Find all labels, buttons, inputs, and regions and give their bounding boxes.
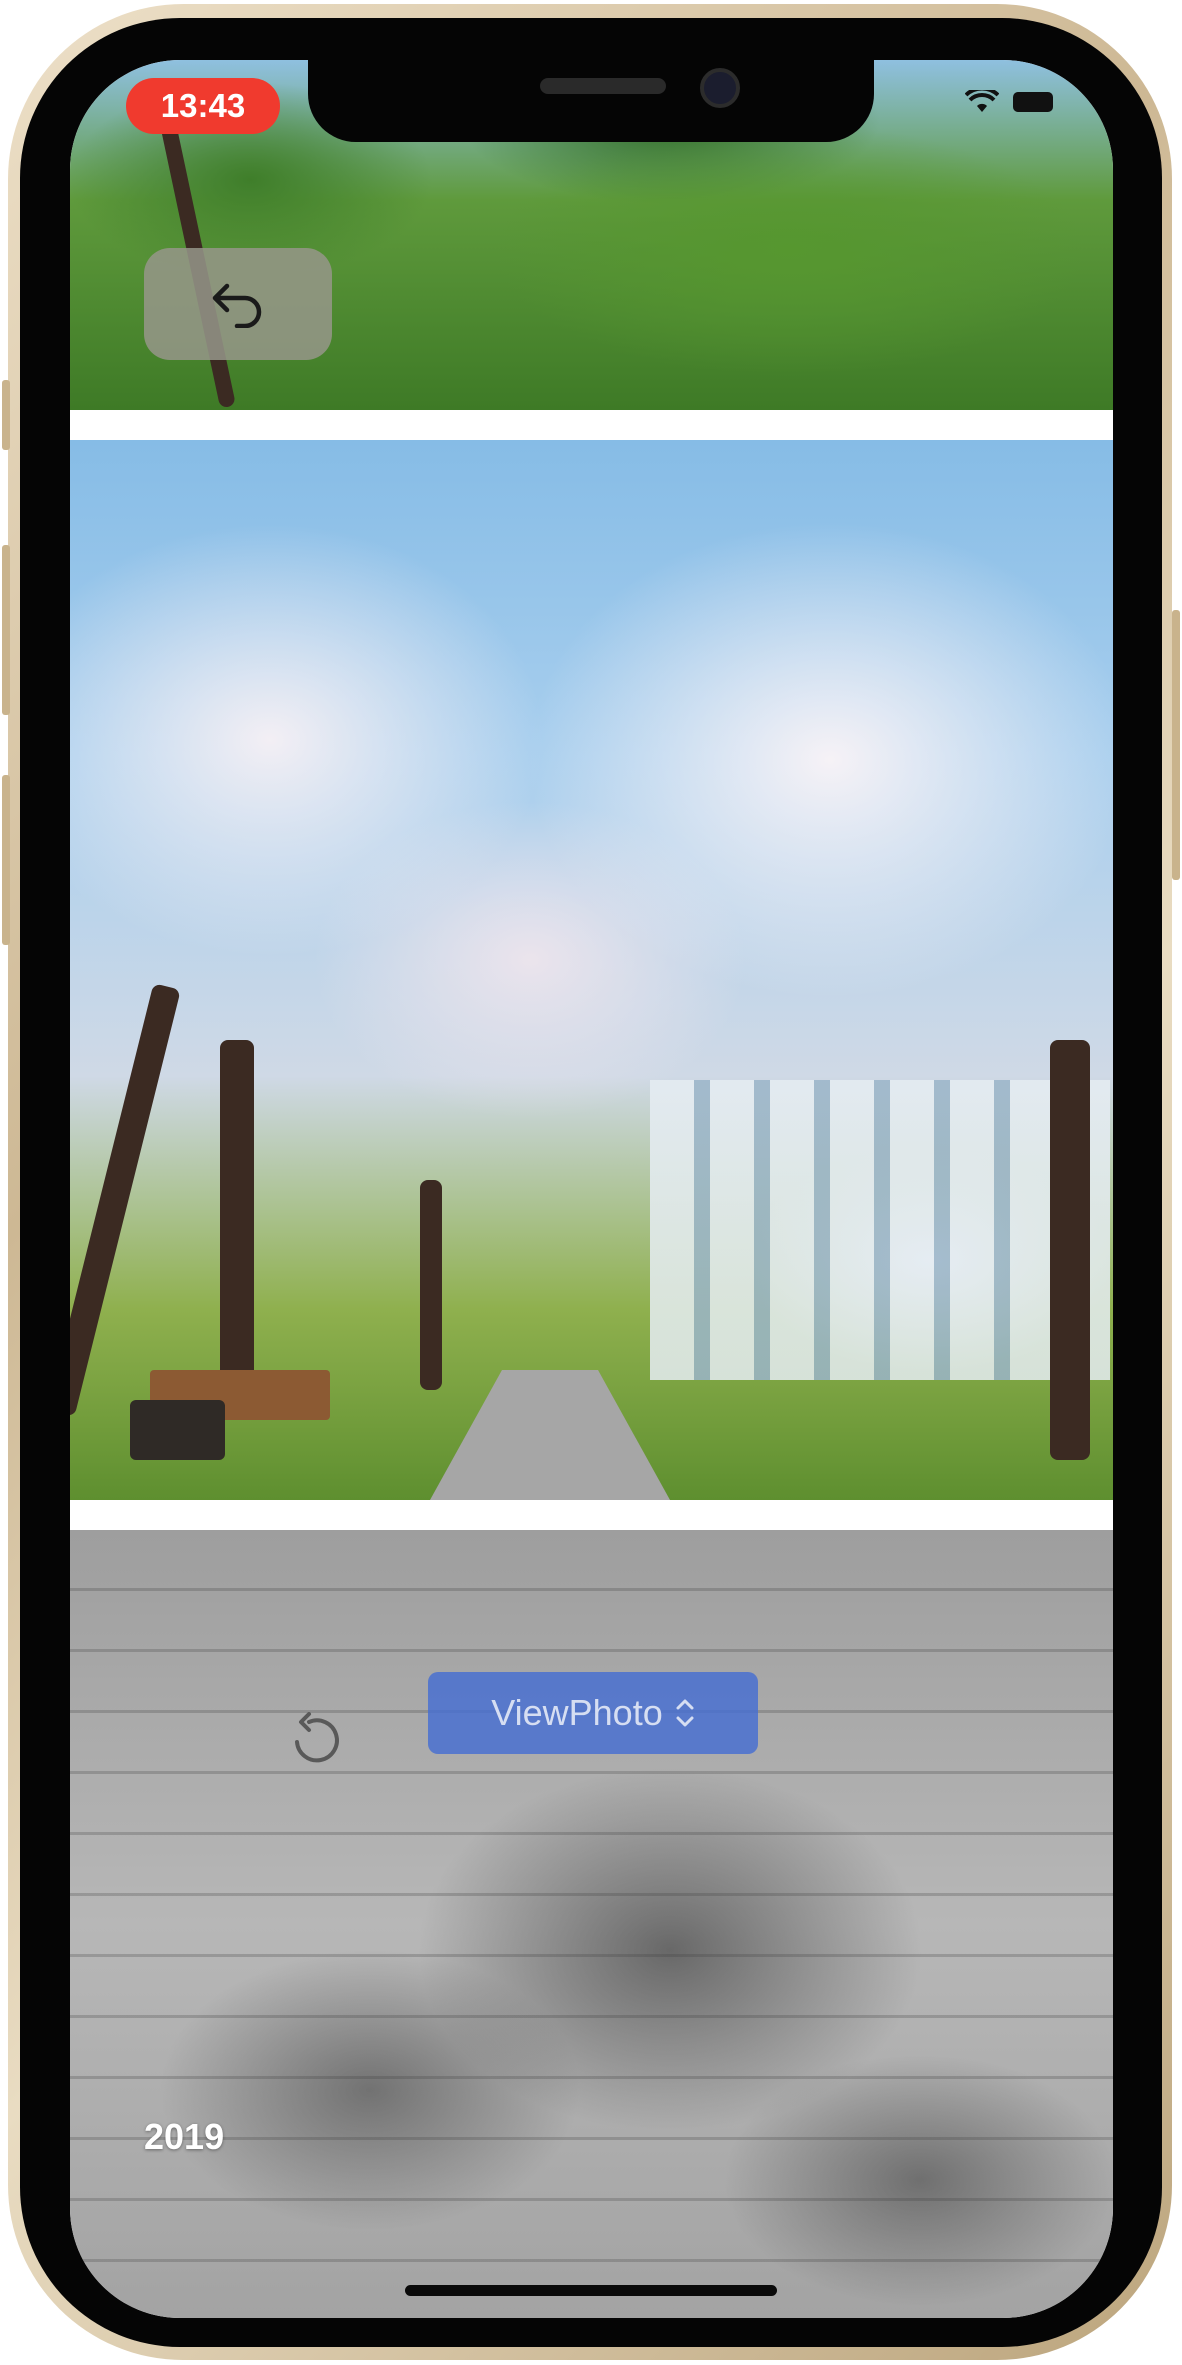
photo-divider	[70, 410, 1113, 440]
volume-up-button	[2, 545, 10, 715]
rotate-counterclockwise-icon	[295, 1712, 339, 1763]
notch	[308, 60, 874, 142]
photo-boardwalk-shadows	[70, 1530, 1113, 2318]
photo-divider	[70, 1500, 1113, 1530]
tree-trunk	[70, 983, 181, 1417]
year-label: 2019	[144, 2116, 225, 2157]
building	[650, 1080, 1110, 1380]
home-indicator[interactable]	[405, 2285, 777, 2296]
wifi-icon	[965, 90, 999, 112]
volume-down-button	[2, 775, 10, 945]
tree-trunk	[420, 1180, 442, 1390]
battery-icon	[1013, 92, 1053, 112]
power-button	[1172, 610, 1180, 880]
picker-label: ViewPhoto	[491, 1692, 663, 1733]
tree-trunk	[220, 1040, 254, 1400]
silent-switch	[2, 380, 10, 450]
tree-trunk	[1050, 1040, 1090, 1460]
status-time: 13:43	[126, 78, 280, 134]
rotate-button[interactable]	[250, 1695, 380, 1785]
walkway	[430, 1370, 670, 1500]
undo-arrow-icon	[212, 283, 262, 328]
flower-planter	[130, 1400, 225, 1460]
view-photo-picker[interactable]: ViewPhoto	[428, 1672, 758, 1754]
speaker	[540, 78, 666, 94]
up-down-chevron-icon	[676, 1699, 694, 1727]
screen: 13:43 ViewPhoto 2019	[70, 60, 1113, 2318]
front-camera	[700, 68, 740, 108]
photo-cherry-blossom-path	[70, 440, 1113, 1500]
status-icons	[965, 90, 1053, 114]
back-button[interactable]	[144, 248, 332, 360]
